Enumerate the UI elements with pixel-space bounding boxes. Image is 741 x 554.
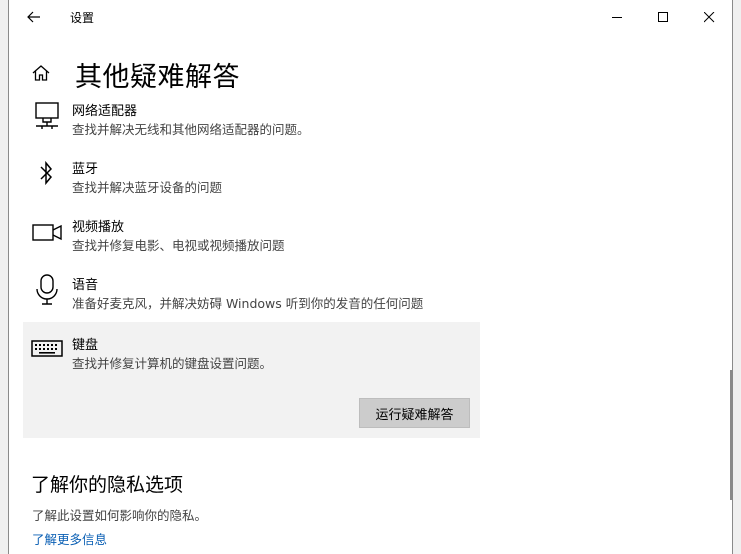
video-camera-icon xyxy=(32,224,62,241)
item-description: 查找并解决蓝牙设备的问题 xyxy=(72,180,223,195)
troubleshooter-video-playback[interactable]: 视频播放 查找并修复电影、电视或视频播放问题 xyxy=(23,216,480,256)
privacy-heading: 了解你的隐私选项 xyxy=(31,474,184,496)
troubleshooter-keyboard[interactable]: 键盘 查找并修复计算机的键盘设置问题。 运行疑难解答 xyxy=(23,322,480,438)
home-icon[interactable] xyxy=(31,63,51,83)
item-description: 准备好麦克风，并解决妨碍 Windows 听到你的发音的任何问题 xyxy=(72,296,424,311)
back-button[interactable] xyxy=(23,6,45,28)
item-description: 查找并修复电影、电视或视频播放问题 xyxy=(72,238,285,253)
minimize-icon xyxy=(611,16,622,18)
maximize-button[interactable] xyxy=(640,0,686,34)
close-button[interactable] xyxy=(686,0,732,34)
troubleshooter-bluetooth[interactable]: 蓝牙 查找并解决蓝牙设备的问题 xyxy=(23,158,480,198)
item-title: 网络适配器 xyxy=(72,104,138,119)
title-bar: 设置 xyxy=(9,0,732,34)
item-description: 查找并解决无线和其他网络适配器的问题。 xyxy=(72,122,310,137)
maximize-icon xyxy=(657,11,668,22)
scrollbar[interactable] xyxy=(730,370,732,500)
close-icon xyxy=(703,11,714,22)
microphone-icon xyxy=(36,274,58,305)
item-description: 查找并修复计算机的键盘设置问题。 xyxy=(72,356,273,371)
minimize-button[interactable] xyxy=(594,0,640,34)
item-title: 蓝牙 xyxy=(72,162,99,177)
network-adapter-icon xyxy=(35,102,59,129)
troubleshooter-network-adapter[interactable]: 网络适配器 查找并解决无线和其他网络适配器的问题。 xyxy=(23,100,480,140)
keyboard-icon xyxy=(31,340,63,357)
page-title: 其他疑难解答 xyxy=(75,62,240,93)
window-title: 设置 xyxy=(70,11,95,25)
item-title: 语音 xyxy=(72,278,99,293)
run-troubleshooter-button[interactable]: 运行疑难解答 xyxy=(359,398,470,428)
troubleshooter-speech[interactable]: 语音 准备好麦克风，并解决妨碍 Windows 听到你的发音的任何问题 xyxy=(23,274,480,314)
privacy-description: 了解此设置如何影响你的隐私。 xyxy=(32,508,208,523)
item-title: 键盘 xyxy=(72,338,99,353)
back-arrow-icon xyxy=(27,11,40,23)
item-title: 视频播放 xyxy=(72,220,125,235)
learn-more-link[interactable]: 了解更多信息 xyxy=(32,529,107,548)
bluetooth-icon xyxy=(40,160,53,186)
settings-window: 设置 其他疑难解答 网络适配器 查找并解决无线和其他网络适配器的问题。 蓝牙 查… xyxy=(8,0,733,554)
